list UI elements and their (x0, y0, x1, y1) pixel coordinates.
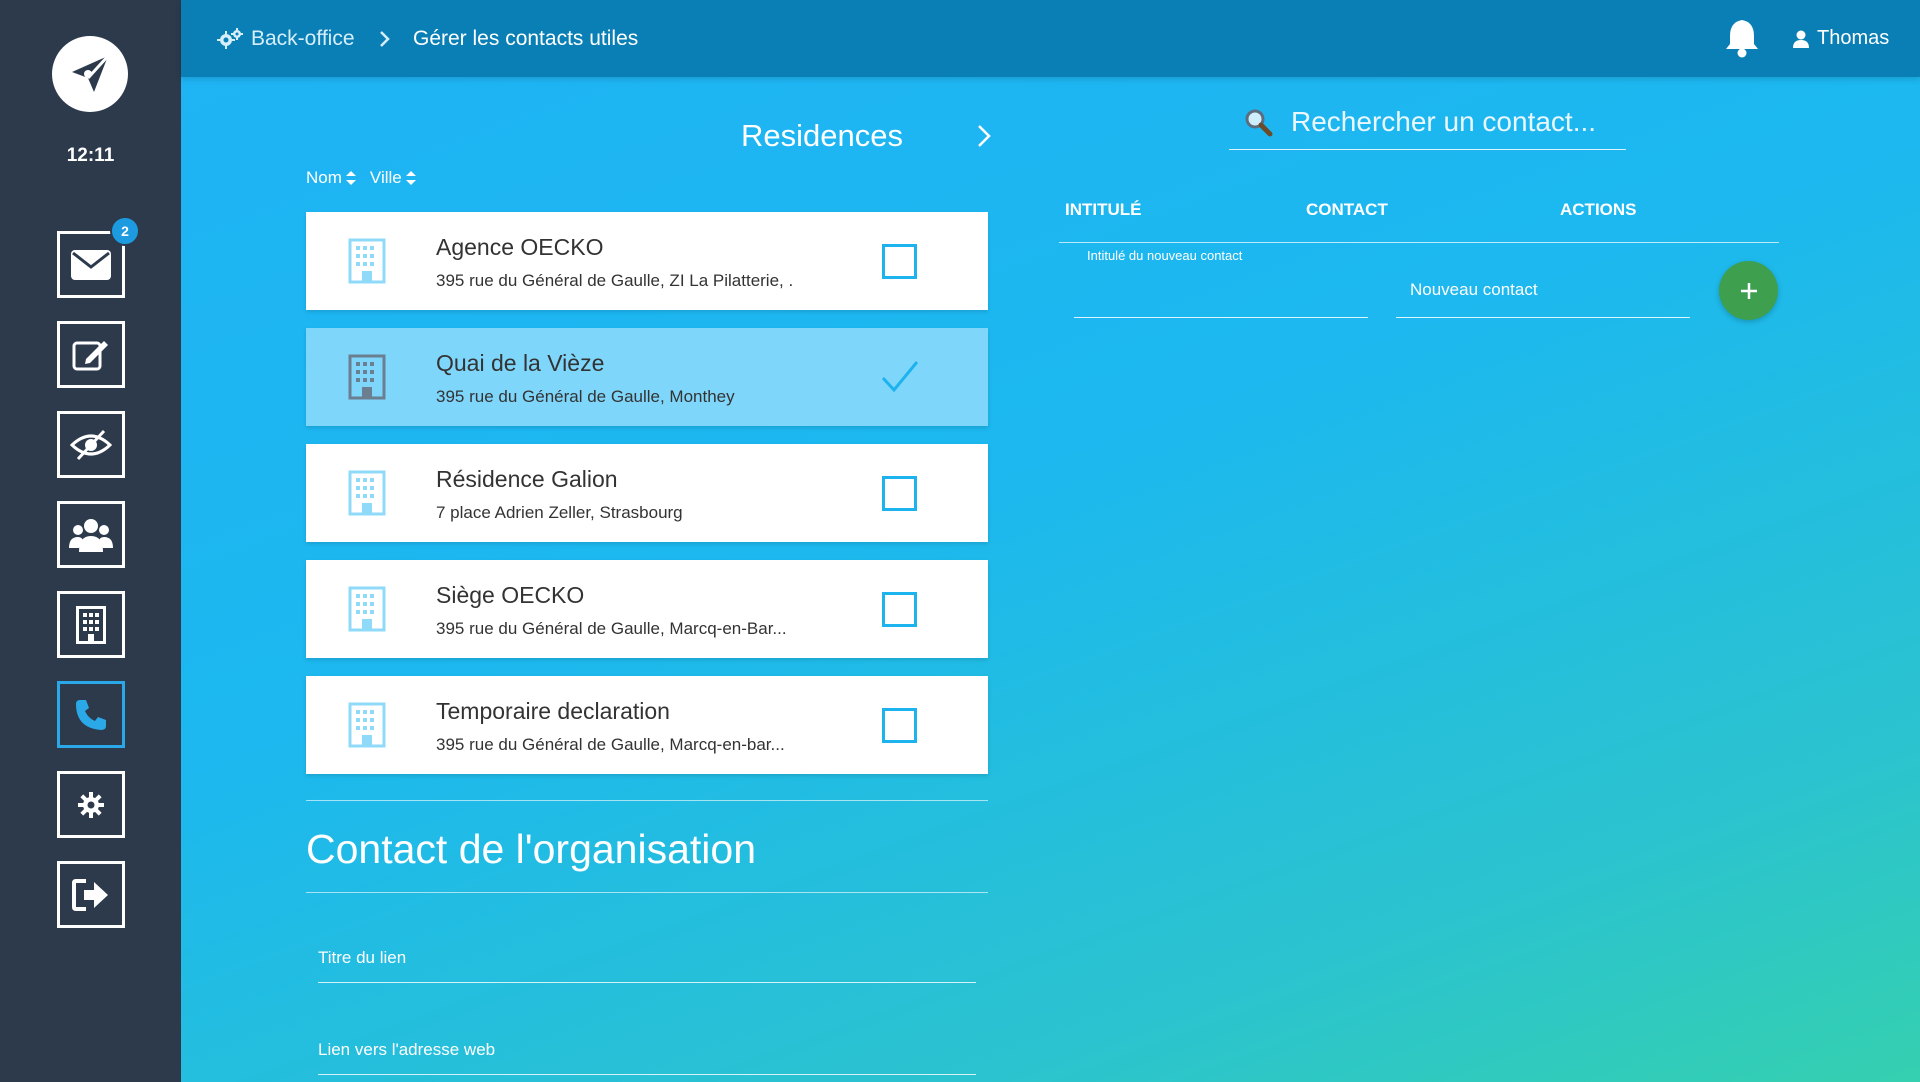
nav-settings-button[interactable] (57, 771, 125, 838)
residence-address: 7 place Adrien Zeller, Strasbourg (436, 503, 683, 522)
nav-users-button[interactable] (57, 501, 125, 568)
building-icon (348, 354, 386, 400)
sort-icon (345, 171, 356, 185)
gear-icon (78, 791, 104, 818)
topbar: Back-office Gérer les contacts utiles Th… (181, 0, 1920, 77)
paper-plane-icon (72, 54, 110, 92)
app-logo[interactable] (52, 36, 128, 112)
residence-address: 395 rue du Général de Gaulle, Marcq-en-b… (436, 735, 785, 754)
nav-mail-button[interactable]: 2 (57, 216, 140, 298)
table-header-divider (1059, 242, 1779, 243)
main-content: Back-office Gérer les contacts utiles Th… (181, 0, 1920, 1082)
building-icon (348, 470, 386, 516)
residence-name: Temporaire declaration (436, 698, 670, 724)
sort-name-label: Nom (306, 168, 342, 187)
user-name: Thomas (1817, 27, 1890, 49)
residence-address: 395 rue du Général de Gaulle, ZI La Pila… (436, 271, 794, 290)
new-contact-value: Nouveau contact (1410, 280, 1538, 299)
building-icon (348, 586, 386, 632)
gears-icon (217, 27, 243, 49)
breadcrumb-root-label: Back-office (251, 26, 355, 50)
contact-search (1229, 94, 1626, 150)
new-contact-title-input[interactable] (1074, 274, 1368, 318)
plus-icon (1740, 282, 1757, 299)
user-icon (1793, 30, 1809, 48)
user-menu[interactable]: Thomas (1793, 0, 1889, 77)
residence-card[interactable]: Agence OECKO 395 rue du Général de Gaull… (306, 212, 988, 310)
nav-phone-button[interactable] (57, 681, 125, 748)
chevron-right-icon (978, 125, 991, 147)
residence-card[interactable]: Temporaire declaration 395 rue du Généra… (306, 676, 988, 774)
residence-card[interactable]: Quai de la Vièze 395 rue du Général de G… (306, 328, 988, 426)
building-icon (76, 605, 106, 644)
residences-next-button[interactable] (969, 118, 999, 154)
residence-checkbox[interactable] (882, 708, 917, 743)
nav-building-button[interactable] (57, 591, 125, 658)
phone-icon (76, 699, 106, 730)
users-icon (69, 518, 113, 552)
residence-name: Quai de la Vièze (436, 350, 605, 376)
new-contact-title-label: Intitulé du nouveau contact (1087, 248, 1243, 263)
clock: 12:11 (66, 145, 115, 166)
column-header-contact[interactable]: CONTACT (1306, 200, 1388, 220)
new-contact-input[interactable]: Nouveau contact (1396, 274, 1690, 318)
notifications-button[interactable] (1724, 18, 1760, 63)
residence-name: Siège OECKO (436, 582, 585, 608)
link-url-label: Lien vers l'adresse web (318, 1040, 496, 1059)
building-icon (348, 702, 386, 748)
breadcrumb-backoffice[interactable]: Back-office (217, 0, 355, 77)
column-header-title[interactable]: INTITULÉ (1065, 200, 1142, 220)
residence-checkbox[interactable] (882, 592, 917, 627)
bell-icon (1726, 20, 1758, 58)
mail-badge: 2 (110, 216, 140, 246)
residence-address: 395 rue du Général de Gaulle, Marcq-en-B… (436, 619, 787, 638)
organisation-title: Contact de l'organisation (306, 826, 756, 872)
residence-address: 395 rue du Général de Gaulle, Monthey (436, 387, 735, 406)
residence-checkbox[interactable] (882, 244, 917, 279)
sort-controls: Nom Ville (306, 168, 416, 188)
breadcrumb-current: Gérer les contacts utiles (413, 26, 639, 50)
link-url-field[interactable]: Lien vers l'adresse web (318, 1040, 976, 1075)
sidebar: 12:11 2 (0, 0, 181, 1082)
residence-name: Agence OECKO (436, 234, 604, 260)
checkmark-icon[interactable] (880, 358, 920, 396)
nav-logout-button[interactable] (57, 861, 125, 928)
search-input[interactable] (1291, 105, 1611, 138)
search-icon (1245, 109, 1273, 136)
add-contact-button[interactable] (1719, 261, 1778, 320)
section-divider (306, 892, 988, 893)
link-title-field[interactable]: Titre du lien (318, 948, 976, 983)
sort-icon (405, 171, 416, 185)
residences-list: Agence OECKO 395 rue du Général de Gaull… (306, 212, 988, 792)
residence-name: Résidence Galion (436, 466, 618, 492)
breadcrumb-separator-icon (379, 0, 391, 77)
nav-edit-button[interactable] (57, 321, 125, 388)
eye-slash-icon (70, 429, 112, 460)
residence-card[interactable]: Siège OECKO 395 rue du Général de Gaulle… (306, 560, 988, 658)
residence-card[interactable]: Résidence Galion 7 place Adrien Zeller, … (306, 444, 988, 542)
section-divider (306, 800, 988, 801)
column-header-actions: ACTIONS (1560, 200, 1637, 219)
nav-visibility-button[interactable] (57, 411, 125, 478)
sort-by-city[interactable]: Ville (370, 168, 416, 188)
envelope-icon (71, 249, 111, 280)
sort-by-name[interactable]: Nom (306, 168, 356, 188)
sort-city-label: Ville (369, 168, 402, 187)
residence-checkbox[interactable] (882, 476, 917, 511)
sign-out-icon (72, 878, 108, 911)
residences-title: Residences (741, 118, 903, 153)
building-icon (348, 238, 386, 284)
edit-icon (72, 340, 108, 370)
link-title-label: Titre du lien (318, 948, 407, 967)
